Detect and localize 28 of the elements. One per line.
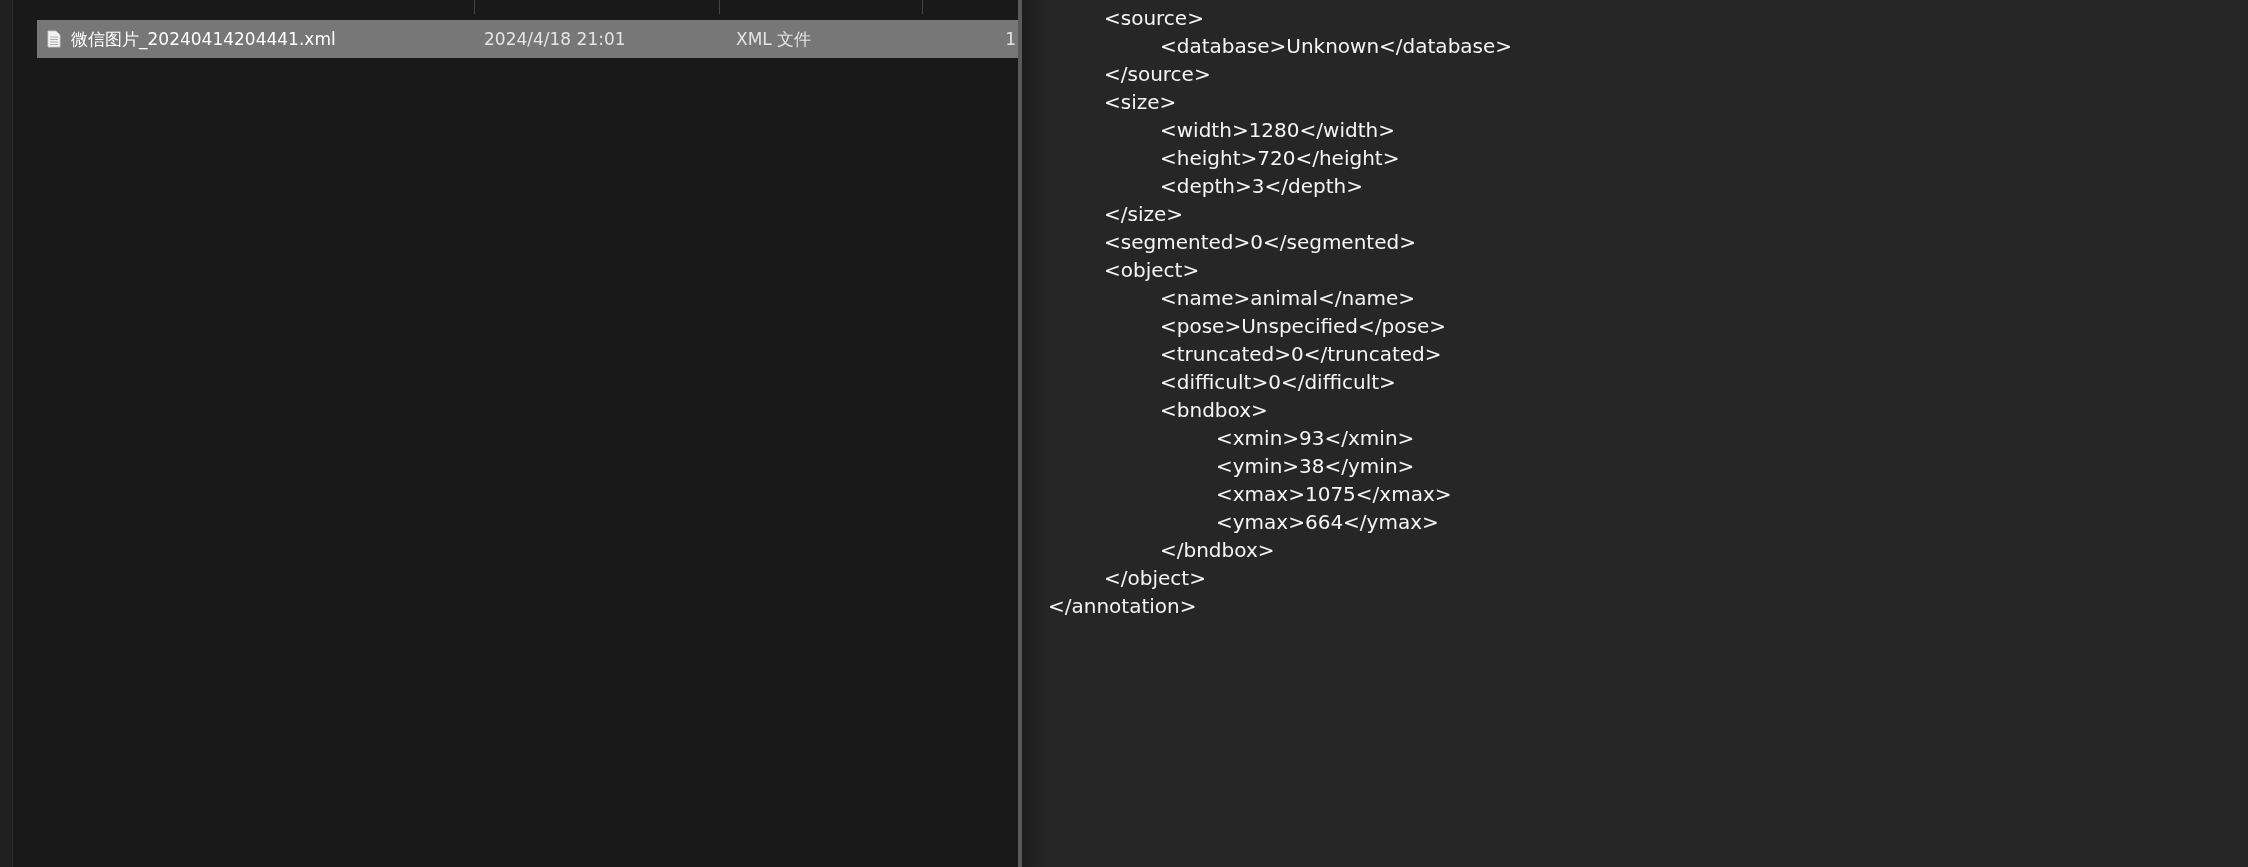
code-line: <source> [1104,6,1204,30]
code-line: <ymin>38</ymin> [1216,454,1415,478]
code-line: <bndbox> [1160,398,1268,422]
code-line: <object> [1104,258,1200,282]
code-line: <pose>Unspecified</pose> [1160,314,1446,338]
code-line: <truncated>0</truncated> [1160,342,1442,366]
code-line: <name>animal</name> [1160,286,1415,310]
code-line: <xmin>93</xmin> [1216,426,1415,450]
code-line: </source> [1104,62,1211,86]
code-line: </size> [1104,202,1184,226]
code-line: <size> [1104,90,1177,114]
file-size: 1 [1004,29,1017,49]
code-line: <ymax>664</ymax> [1216,510,1439,534]
code-line: <segmented>0</segmented> [1104,230,1416,254]
code-line: </bndbox> [1160,538,1275,562]
file-name: 微信图片_20240414204441.xml [71,27,336,51]
code-line: <database>Unknown</database> [1160,34,1513,58]
file-row[interactable]: 微信图片_20240414204441.xml 2024/4/18 21:01 XML 文件 1 [37,20,1018,58]
code-line: <xmax>1075</xmax> [1216,482,1452,506]
code-line: <width>1280</width> [1160,118,1395,142]
code-line: <height>720</height> [1160,146,1400,170]
file-icon [47,30,61,48]
file-type: XML 文件 [735,27,813,51]
code-line: <depth>3</depth> [1160,174,1363,198]
code-line: </object> [1104,566,1206,590]
file-date: 2024/4/18 21:01 [483,29,627,49]
code-line: <difficult>0</difficult> [1160,370,1396,394]
code-line: </annotation> [1048,594,1197,618]
